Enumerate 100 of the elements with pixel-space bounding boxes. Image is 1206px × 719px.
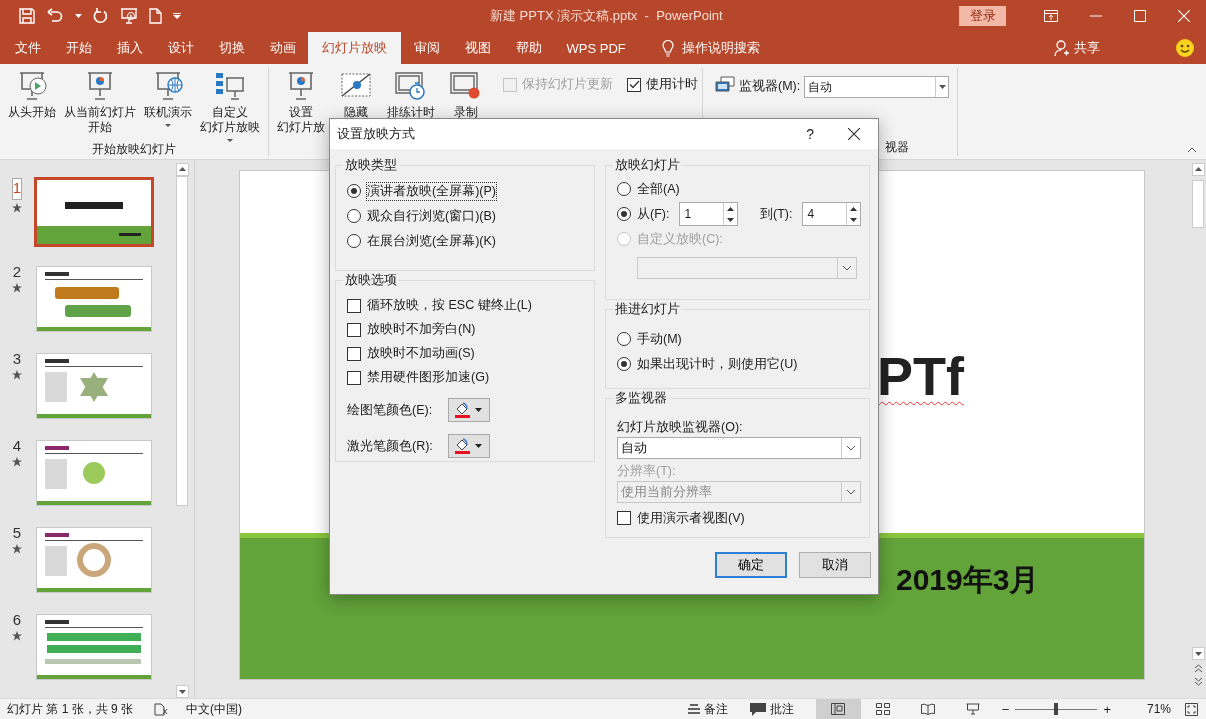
radio-button[interactable] [347,234,361,248]
star-icon [12,370,22,380]
customize-caret-icon[interactable] [173,13,181,19]
checkbox[interactable] [347,298,361,313]
previous-slide-icon[interactable] [1193,664,1203,673]
radio-button[interactable] [347,209,361,223]
ribbon-button[interactable]: 录制 [439,68,493,156]
pen-color-label: 绘图笔颜色(E): [347,401,434,419]
option-label: 循环放映，按 ESC 键终止(L) [367,297,532,314]
caret-icon[interactable] [75,14,82,18]
ribbon-tab[interactable]: 设计 [155,32,206,64]
field-label: 分辨率(T): [617,463,677,479]
slide-thumbnail[interactable] [34,177,154,247]
save-icon[interactable] [19,8,35,24]
help-button[interactable]: ? [806,126,814,142]
collapse-ribbon-icon[interactable] [1187,147,1197,153]
checkbox[interactable] [347,346,361,361]
ribbon-tab[interactable]: 视图 [452,32,503,64]
maximize-icon[interactable] [1134,10,1146,22]
chevron-down-icon [846,445,856,451]
redo-icon[interactable] [93,8,109,24]
comment-icon [749,702,766,716]
slide-thumbnail[interactable] [36,353,152,419]
ribbon-button[interactable]: 设置 幻灯片放 [273,68,329,156]
slide-thumbnail[interactable] [36,614,152,680]
scroll-down-icon[interactable] [1191,647,1205,660]
spin-up-icon[interactable] [850,206,857,211]
radio-button[interactable] [617,182,631,196]
zoom-slider[interactable] [1015,702,1098,716]
monitor-dropdown[interactable]: 自动 [617,437,861,459]
slide-title: PTf [877,346,964,406]
ribbon-tab[interactable]: 幻灯片放映 [308,32,401,64]
close-icon[interactable] [848,128,860,140]
option-label: 全部(A) [637,180,680,198]
ribbon-button[interactable]: 联机演示 [140,68,196,142]
dialog-title: 设置放映方式 [337,125,416,143]
slide-thumbnail[interactable] [36,527,152,593]
fit-to-window-icon[interactable] [1185,702,1198,716]
ribbon-button[interactable]: 从头开始 [4,68,60,142]
checkbox[interactable] [347,322,361,337]
scroll-up-icon[interactable] [1191,163,1205,176]
ribbon-tab[interactable]: 审阅 [401,32,452,64]
notes-button[interactable]: 备注 [703,700,728,718]
option-label: 在展台浏览(全屏幕)(K) [367,232,496,250]
option-label: 手动(M) [637,330,682,348]
ribbon-tab[interactable]: WPS PDF [554,32,639,64]
ribbon-tab[interactable]: 帮助 [503,32,554,64]
ribbon-tab[interactable]: 开始 [53,32,104,64]
zoom-out-button[interactable]: − [1001,701,1010,717]
radio-button[interactable] [617,207,631,221]
radio-button[interactable] [617,357,631,371]
language[interactable]: 中文(中国) [186,700,243,718]
spin-field[interactable]: 4 [802,202,861,226]
smiley-icon[interactable] [1176,39,1194,57]
slide-thumbnail[interactable] [36,440,152,506]
checkbox[interactable] [347,370,361,385]
ribbon-button[interactable]: 自定义 幻灯片放映 [196,68,264,142]
next-slide-icon[interactable] [1193,677,1203,686]
ribbon-tab[interactable]: 插入 [104,32,155,64]
pen-color-button[interactable] [448,398,490,422]
ribbon-tab[interactable]: 切换 [206,32,257,64]
zoom-level[interactable]: 71% [1146,702,1171,716]
radio-button[interactable] [347,184,361,198]
radio-button[interactable] [617,332,631,346]
book-icon [921,703,936,715]
scrollbar-thumb[interactable] [1192,180,1204,228]
slide-thumbnail[interactable] [36,266,152,332]
scroll-up-icon[interactable] [175,163,189,176]
tell-me-search[interactable]: 操作说明搜索 [682,39,761,57]
ribbon-display-icon[interactable] [1044,10,1058,22]
ribbon-tab[interactable]: 动画 [257,32,308,64]
ribbon-button[interactable]: 从当前幻灯片 开始 [60,68,140,142]
share-button[interactable]: 共享 [1074,39,1100,57]
checkbox[interactable] [617,511,631,525]
spell-check-icon[interactable] [154,702,169,716]
new-file-icon[interactable] [149,8,162,24]
spin-down-icon[interactable] [850,217,857,222]
zoom-slider-thumb[interactable] [1054,703,1059,715]
user-icon [1054,39,1070,57]
ribbon-tab[interactable]: 文件 [2,32,53,64]
spin-up-icon[interactable] [727,206,734,211]
option-label: 放映时不加旁白(N) [367,321,476,338]
pen-color-button[interactable] [448,434,490,458]
zoom-in-button[interactable]: + [1103,701,1111,717]
scrollbar-thumb[interactable] [176,176,188,506]
comments-button[interactable]: 批注 [769,700,794,718]
scroll-down-icon[interactable] [175,685,189,698]
star-icon [12,631,22,641]
star-icon [12,544,22,554]
slideshow-icon[interactable] [120,8,138,24]
checkbox[interactable] [627,77,641,92]
spin-down-icon[interactable] [727,217,734,222]
ok-button[interactable]: 确定 [715,552,787,578]
monitor-dropdown[interactable]: 自动 [804,76,950,98]
spin-field[interactable]: 1 [679,202,738,226]
grid-view-icon [876,703,891,715]
login-button[interactable]: 登录 [959,6,1006,26]
normal-view-button[interactable] [815,699,861,719]
cancel-button[interactable]: 取消 [799,552,871,578]
undo-icon[interactable] [46,8,64,24]
